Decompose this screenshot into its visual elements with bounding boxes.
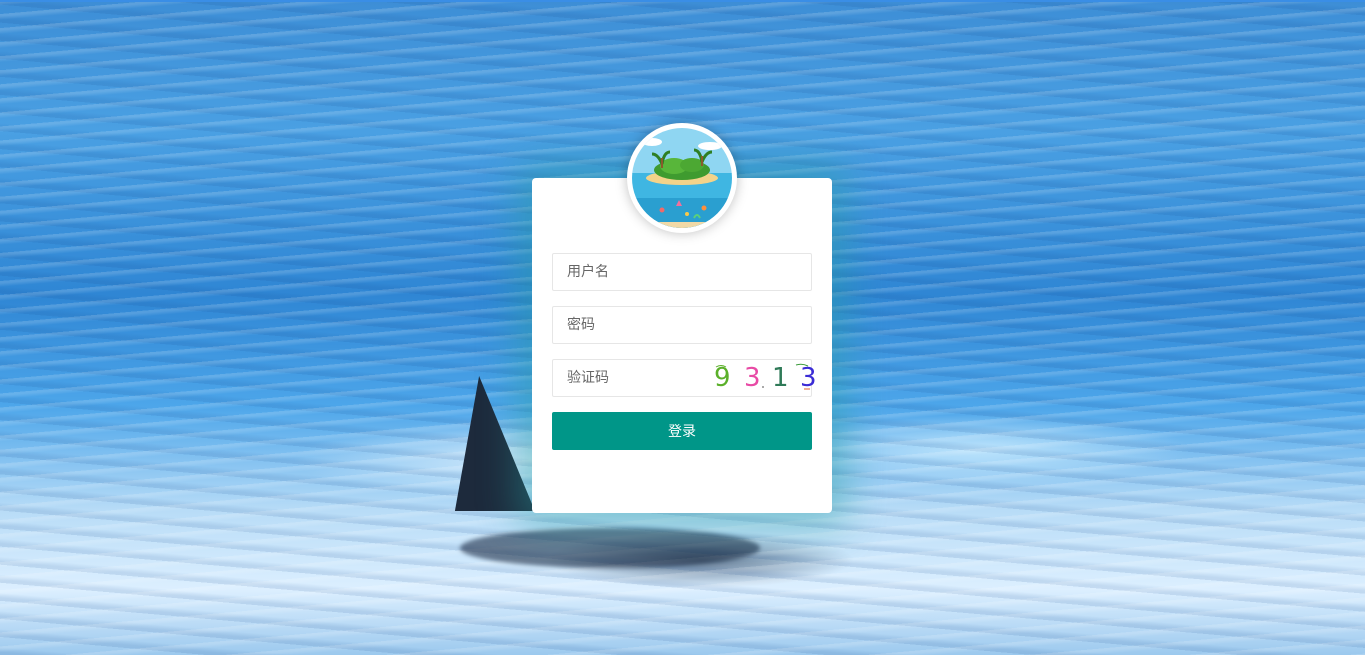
top-accent-line [0, 0, 1365, 2]
island-logo-icon [632, 128, 732, 228]
captcha-input[interactable] [553, 360, 677, 396]
captcha-field: 9 3 1 3 [552, 359, 817, 397]
password-field [552, 306, 812, 344]
captcha-char: 3 [800, 363, 817, 393]
captcha-char: 9 [714, 363, 731, 393]
username-field [552, 253, 812, 291]
captcha-char: 1 [772, 363, 789, 393]
fin-shadow [460, 528, 760, 568]
avatar [627, 123, 737, 233]
captcha-char: 3 [744, 363, 761, 393]
username-input[interactable] [553, 254, 767, 290]
password-input[interactable] [553, 307, 767, 343]
login-button[interactable]: 登录 [552, 412, 812, 450]
captcha-image[interactable]: 9 3 1 3 [692, 361, 817, 395]
